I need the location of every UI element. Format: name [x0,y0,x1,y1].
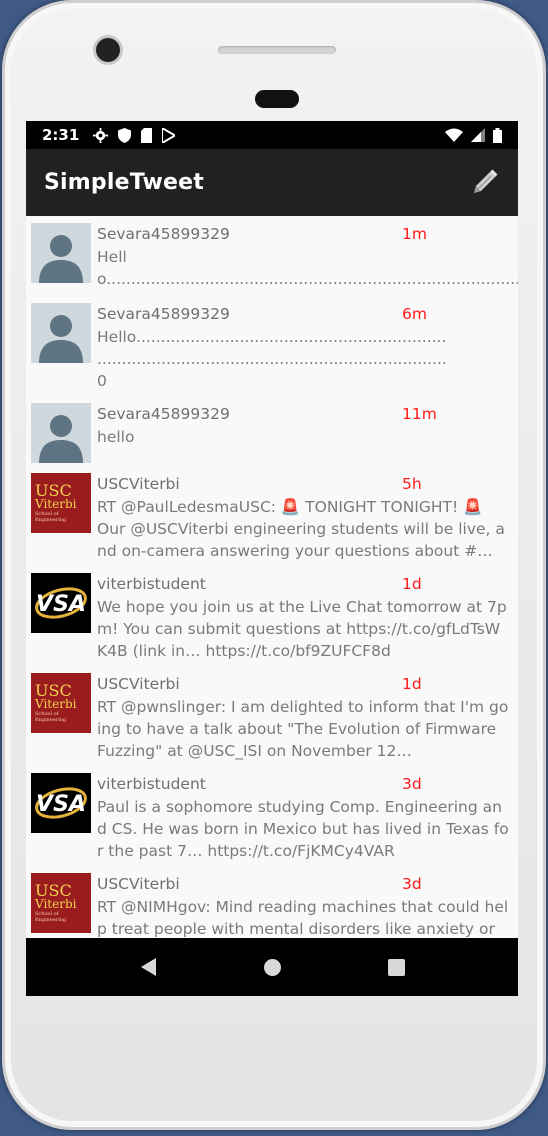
usc-logo-line3: School of Engineering [35,911,67,923]
tweet-item[interactable]: USC Viterbi School of Engineering USCVit… [26,466,518,566]
tweet-item[interactable]: USC Viterbi School of Engineering USCVit… [26,666,518,766]
tweet-time: 1d [402,575,422,593]
device-screen: 2:31 SimpleTweet Sevara45899329 1m Hello… [26,121,518,996]
usc-logo-line1: USC [35,681,72,700]
play-store-icon [162,127,176,143]
tweet-item[interactable]: Sevara45899329 6m Hello..................… [26,296,518,396]
tweet-username[interactable]: Sevara45899329 [97,223,402,245]
tweet-text: hello [97,428,135,446]
battery-icon [493,127,502,143]
tweet-time: 5h [402,475,422,493]
tweet-text: RT @pwnslinger: I am delighted to inform… [97,698,509,760]
back-button[interactable] [133,952,163,982]
tweet-item[interactable]: USC Viterbi School of Engineering USCVit… [26,866,518,938]
tweet-text: Hello...................................… [97,328,447,390]
recents-button[interactable] [381,952,411,982]
usc-logo-line1: USC [35,881,72,900]
tweet-item[interactable]: Sevara45899329 1m Hello..................… [26,216,518,296]
home-button[interactable] [257,952,287,982]
tweet-timeline[interactable]: Sevara45899329 1m Hello..................… [26,216,518,938]
compose-button[interactable] [466,165,502,201]
tweet-username[interactable]: USCViterbi [97,473,402,495]
recents-square-icon [387,958,405,976]
status-bar: 2:31 [26,121,518,149]
tweet-text: RT @NIMHgov: Mind reading machines that … [97,898,509,938]
tweet-item[interactable]: VSA viterbistudent 1d We hope you join us… [26,566,518,666]
vsa-logo-icon: VSA [35,787,87,819]
usc-viterbi-avatar[interactable]: USC Viterbi School of Engineering [31,873,91,933]
usc-logo-line2: Viterbi [35,697,77,711]
wifi-icon [445,128,463,142]
tweet-username[interactable]: Sevara45899329 [97,403,402,425]
tweet-time: 11m [402,405,437,423]
tweet-username[interactable]: Sevara45899329 [97,303,402,325]
tweet-username[interactable]: viterbistudent [97,573,402,595]
usc-logo-line1: USC [35,481,72,500]
tweet-username[interactable]: USCViterbi [97,873,402,895]
tweet-time: 6m [402,305,427,323]
usc-logo-line3: School of Engineering [35,511,67,523]
tweet-username[interactable]: viterbistudent [97,773,402,795]
svg-text:VSA: VSA [36,792,86,817]
tweet-time: 1d [402,675,422,693]
tweet-item[interactable]: Sevara45899329 11m hello [26,396,518,466]
default-avatar-icon[interactable] [31,303,91,363]
usc-logo-line2: Viterbi [35,897,77,911]
tweet-text: Hello...................................… [97,248,518,288]
sd-card-icon [141,127,153,143]
app-title: SimpleTweet [44,170,204,195]
front-camera [96,38,120,62]
usc-viterbi-avatar[interactable]: USC Viterbi School of Engineering [31,473,91,533]
earpiece-speaker [218,46,336,54]
usc-logo-line2: Viterbi [35,497,77,511]
tweet-username[interactable]: USCViterbi [97,673,402,695]
tweet-text: RT @PaulLedesmaUSC: 🚨 TONIGHT TONIGHT! 🚨… [97,498,505,560]
default-avatar-icon[interactable] [31,223,91,283]
viterbi-student-avatar[interactable]: VSA [31,773,91,833]
proximity-sensor [255,90,299,108]
app-bar: SimpleTweet [26,149,518,216]
status-time: 2:31 [42,126,80,144]
vsa-logo-icon: VSA [35,587,87,619]
settings-icon [93,127,109,143]
svg-text:VSA: VSA [36,592,86,617]
tweet-time: 3d [402,875,422,893]
navigation-bar [26,938,518,996]
home-circle-icon [263,958,281,976]
usc-logo-line3: School of Engineering [35,711,67,723]
default-avatar-icon[interactable] [31,403,91,463]
tweet-item[interactable]: VSA viterbistudent 3d Paul is a sophomore… [26,766,518,866]
shield-icon [118,127,132,143]
cell-signal-icon [471,128,485,142]
usc-viterbi-avatar[interactable]: USC Viterbi School of Engineering [31,673,91,733]
pencil-icon [474,169,498,193]
tweet-text: We hope you join us at the Live Chat tom… [97,598,507,660]
tweet-time: 3d [402,775,422,793]
tweet-text: Paul is a sophomore studying Comp. Engin… [97,798,509,860]
viterbi-student-avatar[interactable]: VSA [31,573,91,633]
tweet-time: 1m [402,225,427,243]
back-triangle-icon [140,958,156,976]
